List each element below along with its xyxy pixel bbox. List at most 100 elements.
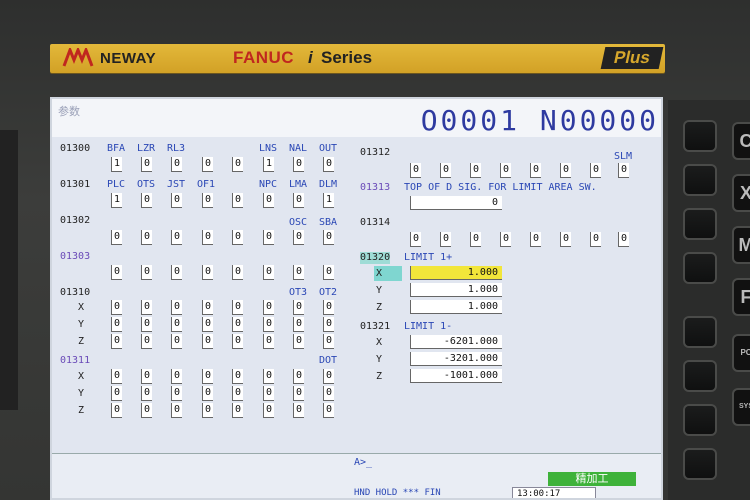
soft-key[interactable] [685,166,715,194]
bit-cell[interactable]: 0 [618,163,629,178]
soft-key[interactable] [685,362,715,390]
bit-cell[interactable]: 0 [263,317,274,332]
bit-cell[interactable]: 0 [263,300,274,315]
bit-cell[interactable]: 0 [590,232,601,247]
bit-cell[interactable]: 0 [323,300,334,315]
soft-key[interactable] [685,450,715,478]
bit-cell[interactable]: 0 [410,163,421,178]
bit-cell[interactable]: 0 [111,386,122,401]
bit-cell[interactable]: 0 [141,317,152,332]
bit-cell[interactable]: 1 [263,157,274,172]
bit-cell[interactable]: 0 [202,403,213,418]
param-value-field[interactable]: 0 [410,196,502,210]
bit-cell[interactable]: 0 [111,300,122,315]
bit-cell[interactable]: 0 [263,334,274,349]
bit-cell[interactable]: 0 [171,265,182,280]
bit-cell[interactable]: 0 [141,157,152,172]
bit-cell[interactable]: 0 [293,300,304,315]
bit-cell[interactable]: 0 [141,403,152,418]
bit-cell[interactable]: 0 [293,317,304,332]
bit-cell[interactable]: 0 [560,232,571,247]
soft-key[interactable] [685,122,715,150]
bit-cell[interactable]: 0 [202,334,213,349]
bit-cell[interactable]: 0 [202,386,213,401]
bit-cell[interactable]: 0 [202,317,213,332]
bit-cell[interactable]: 0 [500,232,511,247]
bit-cell[interactable]: 0 [141,300,152,315]
param-value-field[interactable]: -3201.000 [410,352,502,366]
bit-cell[interactable]: 0 [171,386,182,401]
bit-cell[interactable]: 0 [470,163,481,178]
input-prompt[interactable]: A>_ [354,457,372,468]
bit-cell[interactable]: 1 [323,193,334,208]
param-value-field-selected[interactable]: 1.000 [410,266,502,280]
param-value-field[interactable]: -6201.000 [410,335,502,349]
bit-cell[interactable]: 0 [293,193,304,208]
bit-cell[interactable]: 0 [440,232,451,247]
bit-cell[interactable]: 0 [171,230,182,245]
bit-cell[interactable]: 0 [232,230,243,245]
param-value-field[interactable]: -1001.000 [410,369,502,383]
bit-cell[interactable]: 0 [141,334,152,349]
bit-cell[interactable]: 0 [323,230,334,245]
soft-key[interactable] [685,210,715,238]
bit-cell[interactable]: 0 [232,317,243,332]
bit-cell[interactable]: 0 [293,265,304,280]
key-c[interactable]: C [734,124,750,158]
bit-cell[interactable]: 0 [440,163,451,178]
bit-cell[interactable]: 0 [323,157,334,172]
bit-cell[interactable]: 0 [111,317,122,332]
bit-cell[interactable]: 0 [293,334,304,349]
bit-cell[interactable]: 0 [232,300,243,315]
bit-cell[interactable]: 0 [323,403,334,418]
bit-cell[interactable]: 0 [232,403,243,418]
bit-cell[interactable]: 0 [470,232,481,247]
bit-cell[interactable]: 0 [202,369,213,384]
bit-cell[interactable]: 0 [232,334,243,349]
param-value-field[interactable]: 1.000 [410,283,502,297]
bit-cell[interactable]: 0 [293,386,304,401]
bit-cell[interactable]: 0 [560,163,571,178]
bit-cell[interactable]: 0 [232,386,243,401]
bit-cell[interactable]: 0 [293,157,304,172]
bit-cell[interactable]: 0 [141,386,152,401]
bit-cell[interactable]: 0 [232,369,243,384]
bit-cell[interactable]: 0 [293,230,304,245]
bit-cell[interactable]: 1 [111,157,122,172]
bit-cell[interactable]: 0 [141,265,152,280]
bit-cell[interactable]: 0 [202,157,213,172]
bit-cell[interactable]: 0 [263,369,274,384]
bit-cell[interactable]: 0 [323,369,334,384]
param-value-field[interactable]: 1.000 [410,300,502,314]
bit-cell[interactable]: 1 [111,193,122,208]
bit-cell[interactable]: 0 [171,334,182,349]
bit-cell[interactable]: 0 [171,317,182,332]
bit-cell[interactable]: 0 [171,157,182,172]
soft-key[interactable] [685,406,715,434]
bit-cell[interactable]: 0 [410,232,421,247]
bit-cell[interactable]: 0 [171,193,182,208]
soft-key[interactable] [685,318,715,346]
bit-cell[interactable]: 0 [323,265,334,280]
bit-cell[interactable]: 0 [323,386,334,401]
key-f[interactable]: F [734,280,750,314]
key-system[interactable]: SYS [734,390,750,424]
bit-cell[interactable]: 0 [323,334,334,349]
bit-cell[interactable]: 0 [232,157,243,172]
bit-cell[interactable]: 0 [500,163,511,178]
bit-cell[interactable]: 0 [141,193,152,208]
bit-cell[interactable]: 0 [232,193,243,208]
key-m[interactable]: M [734,228,750,262]
bit-cell[interactable]: 0 [293,369,304,384]
bit-cell[interactable]: 0 [141,230,152,245]
key-x[interactable]: X [734,176,750,210]
soft-key[interactable] [685,254,715,282]
bit-cell[interactable]: 0 [111,265,122,280]
bit-cell[interactable]: 0 [263,230,274,245]
bit-cell[interactable]: 0 [171,369,182,384]
bit-cell[interactable]: 0 [171,300,182,315]
bit-cell[interactable]: 0 [530,232,541,247]
key-pos[interactable]: PC [734,336,750,370]
bit-cell[interactable]: 0 [530,163,541,178]
bit-cell[interactable]: 0 [232,265,243,280]
